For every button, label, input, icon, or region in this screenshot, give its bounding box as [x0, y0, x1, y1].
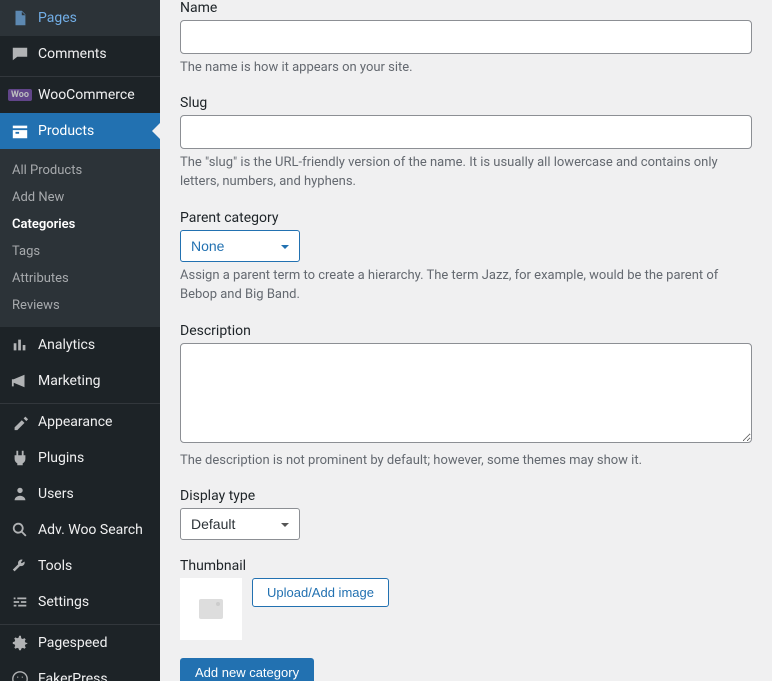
analytics-icon [10, 335, 30, 355]
comments-icon [10, 44, 30, 64]
woocommerce-icon: Woo [10, 85, 30, 105]
slug-input[interactable] [180, 115, 752, 149]
submenu-reviews[interactable]: Reviews [0, 292, 160, 319]
submenu-tags[interactable]: Tags [0, 238, 160, 265]
image-placeholder-icon [199, 599, 223, 619]
sidebar-item-marketing[interactable]: Marketing [0, 363, 160, 399]
settings-icon [10, 592, 30, 612]
tools-icon [10, 556, 30, 576]
sidebar-item-label: Adv. Woo Search [38, 522, 143, 538]
field-slug: Slug The "slug" is the URL-friendly vers… [180, 95, 752, 192]
sidebar-item-label: FakerPress [38, 671, 108, 681]
appearance-icon [10, 412, 30, 432]
thumbnail-placeholder [180, 578, 242, 640]
sidebar-item-label: Pages [38, 10, 77, 26]
sidebar-item-label: Settings [38, 594, 89, 610]
sidebar-item-advwoo[interactable]: Adv. Woo Search [0, 512, 160, 548]
display-type-label: Display type [180, 488, 752, 504]
description-description: The description is not prominent by defa… [180, 451, 752, 471]
sidebar-item-label: Plugins [38, 450, 84, 466]
sidebar-item-settings[interactable]: Settings [0, 584, 160, 620]
name-label: Name [180, 0, 752, 16]
submenu-all-products[interactable]: All Products [0, 157, 160, 184]
sidebar-item-label: WooCommerce [38, 87, 135, 103]
sidebar-item-pagespeed[interactable]: Pagespeed [0, 625, 160, 661]
field-display-type: Display type Default [180, 488, 752, 540]
sidebar-item-label: Appearance [38, 414, 112, 430]
products-submenu: All Products Add New Categories Tags Att… [0, 149, 160, 327]
sidebar-item-analytics[interactable]: Analytics [0, 327, 160, 363]
slug-description: The "slug" is the URL-friendly version o… [180, 153, 752, 192]
name-input[interactable] [180, 20, 752, 54]
field-parent-category: Parent category None Assign a parent ter… [180, 210, 752, 305]
sidebar-item-label: Comments [38, 46, 107, 62]
submenu-attributes[interactable]: Attributes [0, 265, 160, 292]
thumbnail-label: Thumbnail [180, 558, 752, 574]
fakerpress-icon [10, 669, 30, 681]
sidebar-item-users[interactable]: Users [0, 476, 160, 512]
parent-description: Assign a parent term to create a hierarc… [180, 266, 752, 305]
description-label: Description [180, 323, 752, 339]
sidebar-item-plugins[interactable]: Plugins [0, 440, 160, 476]
submenu-categories[interactable]: Categories [0, 211, 160, 238]
sidebar-item-comments[interactable]: Comments [0, 36, 160, 72]
add-new-category-button[interactable]: Add new category [180, 658, 314, 681]
pages-icon [10, 8, 30, 28]
parent-category-select[interactable]: None [180, 230, 300, 262]
main-content: Name The name is how it appears on your … [160, 0, 772, 681]
sidebar-item-label: Tools [38, 558, 72, 574]
field-submit: Add new category [180, 658, 752, 681]
submenu-add-new[interactable]: Add New [0, 184, 160, 211]
sidebar-item-label: Users [38, 486, 74, 502]
sidebar-item-label: Products [38, 123, 94, 139]
gear-icon [10, 633, 30, 653]
marketing-icon [10, 371, 30, 391]
sidebar-item-label: Pagespeed [38, 635, 108, 651]
sidebar-item-appearance[interactable]: Appearance [0, 404, 160, 440]
upload-image-button[interactable]: Upload/Add image [252, 578, 389, 607]
slug-label: Slug [180, 95, 752, 111]
parent-label: Parent category [180, 210, 752, 226]
description-textarea[interactable] [180, 343, 752, 443]
sidebar-item-products[interactable]: Products [0, 113, 160, 149]
admin-sidebar: Pages Comments Woo WooCommerce Products … [0, 0, 160, 681]
sidebar-item-label: Marketing [38, 373, 101, 389]
sidebar-item-pages[interactable]: Pages [0, 0, 160, 36]
search-icon [10, 520, 30, 540]
users-icon [10, 484, 30, 504]
products-icon [10, 121, 30, 141]
display-type-select[interactable]: Default [180, 508, 300, 540]
plugins-icon [10, 448, 30, 468]
sidebar-item-tools[interactable]: Tools [0, 548, 160, 584]
sidebar-item-woocommerce[interactable]: Woo WooCommerce [0, 77, 160, 113]
sidebar-item-fakerpress[interactable]: FakerPress [0, 661, 160, 681]
name-description: The name is how it appears on your site. [180, 58, 752, 78]
sidebar-item-label: Analytics [38, 337, 95, 353]
field-name: Name The name is how it appears on your … [180, 0, 752, 77]
field-thumbnail: Thumbnail Upload/Add image [180, 558, 752, 640]
field-description: Description The description is not promi… [180, 323, 752, 471]
